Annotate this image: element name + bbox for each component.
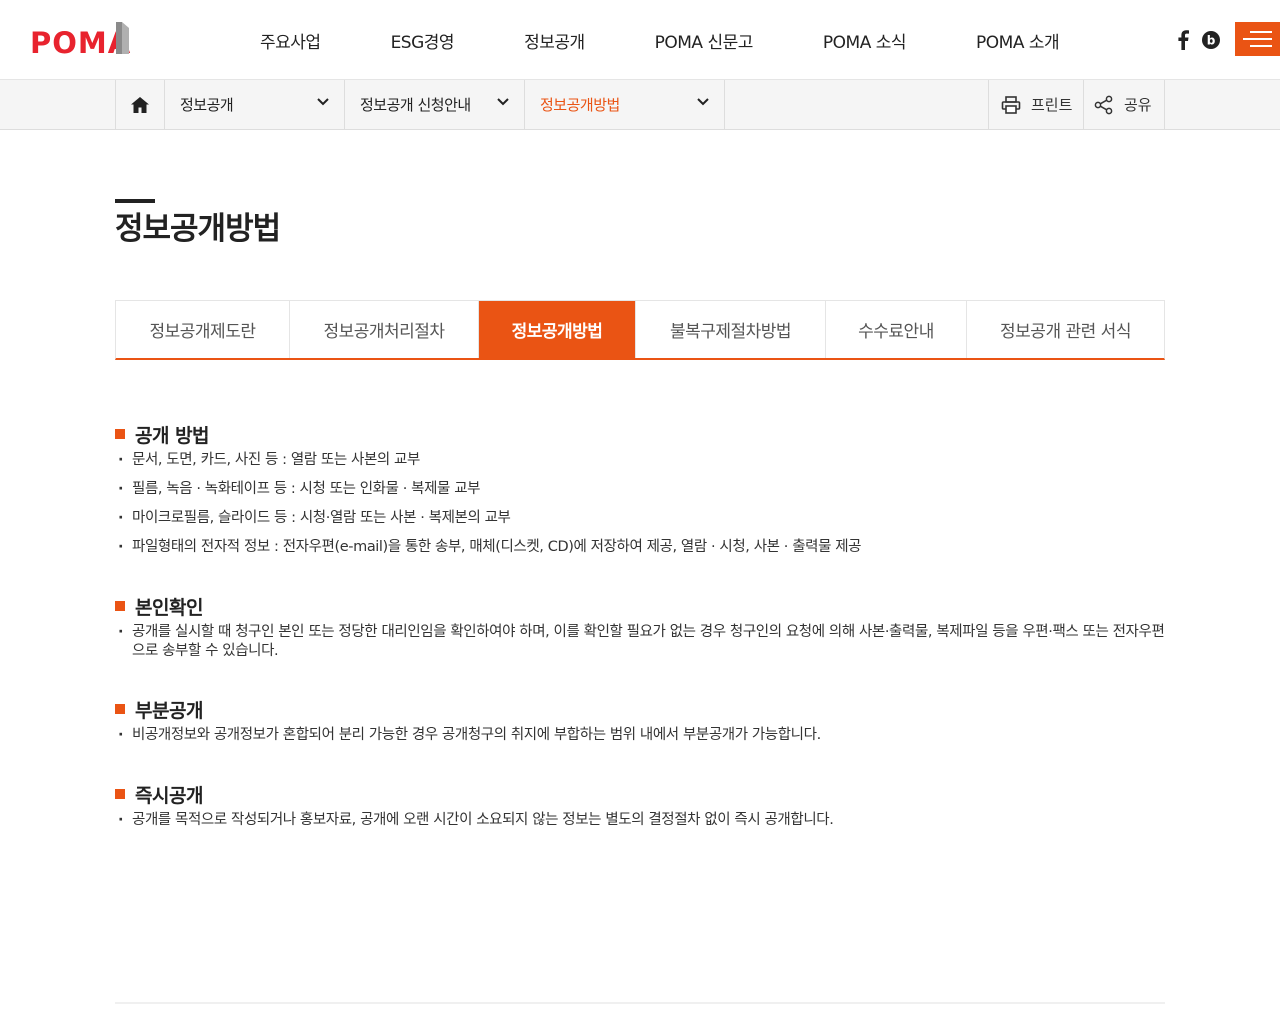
list-item: 필름, 녹음 · 녹화테이프 등 : 시청 또는 인화물 · 복제물 교부	[115, 480, 1165, 499]
section-list: 비공개정보와 공개정보가 혼합되어 분리 가능한 경우 공개청구의 취지에 부합…	[115, 726, 1165, 745]
share-icon	[1094, 95, 1113, 114]
gnb-item-petition[interactable]: POMA 신문고	[620, 28, 788, 53]
gnb-item-disclosure[interactable]: 정보공개	[489, 28, 620, 53]
site-header: POMA 주요사업 ESG경영 정보공개 POMA 신문고 POMA 소식 PO…	[0, 0, 1280, 80]
list-item: 마이크로필름, 슬라이드 등 : 시청·열람 또는 사본 · 복제본의 교부	[115, 509, 1165, 528]
square-bullet-icon	[115, 789, 125, 799]
svg-text:b: b	[1207, 34, 1216, 48]
print-button[interactable]: 프린트	[988, 80, 1083, 129]
gnb-item-esg[interactable]: ESG경영	[356, 28, 490, 53]
printer-icon	[1001, 95, 1021, 114]
page-title: 정보공개방법	[115, 211, 281, 247]
location-depth3-dropdown[interactable]: 정보공개방법	[525, 80, 725, 129]
section-list: 문서, 도면, 카드, 사진 등 : 열람 또는 사본의 교부 필름, 녹음 ·…	[115, 451, 1165, 557]
share-label: 공유	[1124, 96, 1152, 114]
home-button[interactable]	[115, 80, 165, 129]
list-item: 문서, 도면, 카드, 사진 등 : 열람 또는 사본의 교부	[115, 451, 1165, 470]
sub-tabs: 정보공개제도란 정보공개처리절차 정보공개방법 불복구제절차방법 수수료안내 정…	[115, 300, 1165, 360]
square-bullet-icon	[115, 704, 125, 714]
menu-button[interactable]	[1235, 22, 1280, 56]
list-item: 공개를 실시할 때 청구인 본인 또는 정당한 대리인임을 확인하여야 하며, …	[115, 623, 1165, 661]
gnb-item-about[interactable]: POMA 소개	[941, 28, 1094, 53]
list-item: 비공개정보와 공개정보가 혼합되어 분리 가능한 경우 공개청구의 취지에 부합…	[115, 726, 1165, 745]
section-list: 공개를 실시할 때 청구인 본인 또는 정당한 대리인임을 확인하여야 하며, …	[115, 623, 1165, 661]
gnb-item-news[interactable]: POMA 소식	[788, 28, 941, 53]
list-item: 공개를 목적으로 작성되거나 홍보자료, 공개에 오랜 시간이 소요되지 않는 …	[115, 811, 1165, 830]
location-depth2-label: 정보공개 신청안내	[360, 96, 471, 114]
section-title: 부분공개	[115, 696, 1165, 722]
blog-icon[interactable]: b	[1200, 28, 1222, 52]
section-immediate-disclosure: 즉시공개 공개를 목적으로 작성되거나 홍보자료, 공개에 오랜 시간이 소요되…	[115, 781, 1165, 830]
location-depth2-dropdown[interactable]: 정보공개 신청안내	[345, 80, 525, 129]
facebook-icon[interactable]	[1173, 28, 1193, 52]
chevron-down-icon	[697, 98, 709, 106]
share-button[interactable]: 공유	[1083, 80, 1165, 129]
location-depth3-label: 정보공개방법	[540, 96, 620, 114]
section-list: 공개를 목적으로 작성되거나 홍보자료, 공개에 오랜 시간이 소요되지 않는 …	[115, 811, 1165, 830]
location-depth1-dropdown[interactable]: 정보공개	[165, 80, 345, 129]
section-partial-disclosure: 부분공개 비공개정보와 공개정보가 혼합되어 분리 가능한 경우 공개청구의 취…	[115, 696, 1165, 745]
main-navigation: 주요사업 ESG경영 정보공개 POMA 신문고 POMA 소식 POMA 소개	[225, 0, 1094, 80]
tab-forms[interactable]: 정보공개 관련 서식	[967, 301, 1164, 358]
section-title: 공개 방법	[115, 421, 1165, 447]
square-bullet-icon	[115, 601, 125, 611]
chevron-down-icon	[497, 98, 509, 106]
gnb-item-business[interactable]: 주요사업	[225, 28, 356, 53]
chevron-down-icon	[317, 98, 329, 106]
list-item: 파일형태의 전자적 정보 : 전자우편(e-mail)을 통한 송부, 매체(디…	[115, 538, 1165, 557]
section-identity-check: 본인확인 공개를 실시할 때 청구인 본인 또는 정당한 대리인임을 확인하여야…	[115, 593, 1165, 661]
tab-appeal[interactable]: 불복구제절차방법	[636, 301, 826, 358]
tab-procedure[interactable]: 정보공개처리절차	[290, 301, 479, 358]
location-bar: 정보공개 정보공개 신청안내 정보공개방법 프린트 공유	[0, 80, 1280, 130]
tab-method[interactable]: 정보공개방법	[479, 301, 636, 358]
poma-logo[interactable]: POMA	[30, 20, 152, 60]
home-icon	[131, 96, 149, 113]
section-title: 즉시공개	[115, 781, 1165, 807]
print-label: 프린트	[1031, 96, 1073, 114]
tab-fee[interactable]: 수수료안내	[826, 301, 967, 358]
tab-system[interactable]: 정보공개제도란	[116, 301, 290, 358]
footer-divider	[115, 1002, 1165, 1004]
location-depth1-label: 정보공개	[180, 96, 234, 114]
section-disclosure-method: 공개 방법 문서, 도면, 카드, 사진 등 : 열람 또는 사본의 교부 필름…	[115, 421, 1165, 557]
square-bullet-icon	[115, 429, 125, 439]
section-title: 본인확인	[115, 593, 1165, 619]
